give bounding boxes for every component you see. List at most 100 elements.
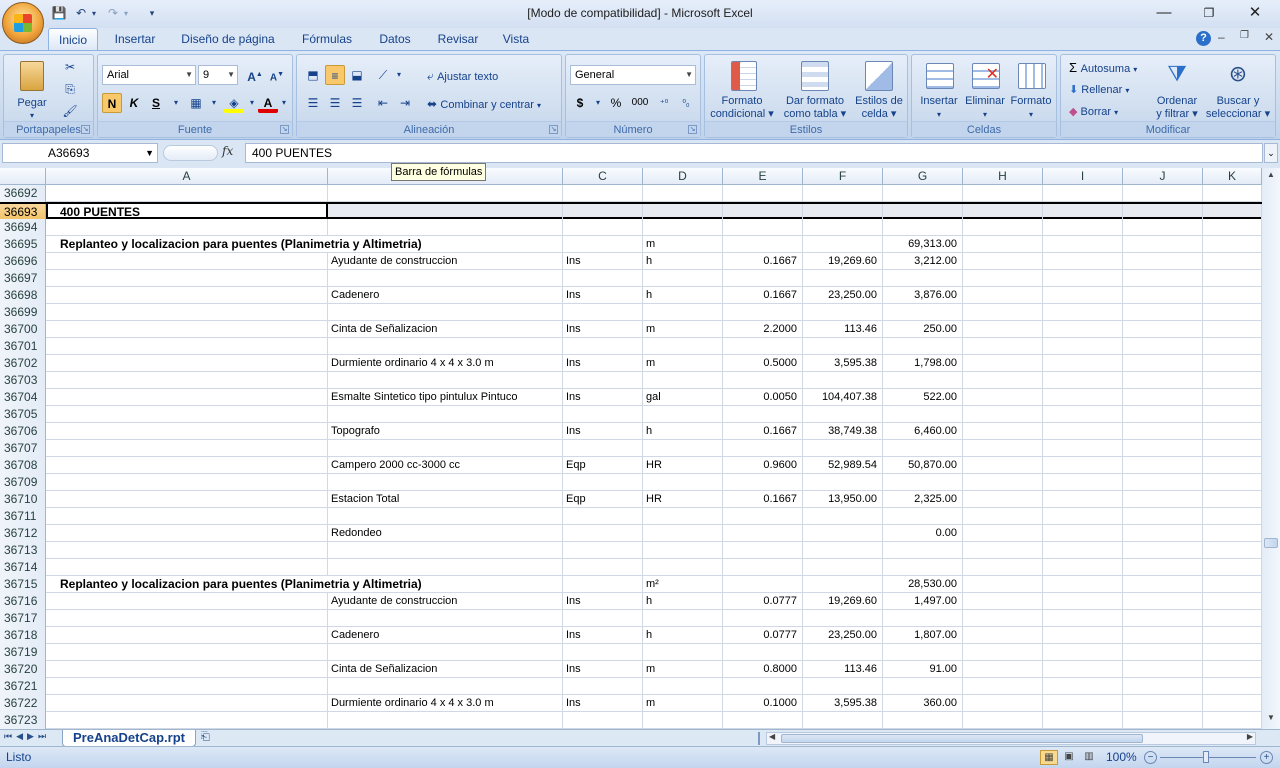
cell-j[interactable] xyxy=(1123,372,1203,389)
cell-j[interactable] xyxy=(1123,491,1203,508)
clipboard-launcher-icon[interactable]: ↘ xyxy=(81,125,90,134)
bold-button[interactable]: N xyxy=(102,93,122,113)
cell-c[interactable] xyxy=(563,304,643,321)
cell-g[interactable]: 50,870.00 xyxy=(883,457,963,474)
cell-e[interactable] xyxy=(723,559,803,576)
cell-h[interactable] xyxy=(963,712,1043,729)
cell-g[interactable]: 28,530.00 xyxy=(883,576,963,593)
cell-d[interactable] xyxy=(643,270,723,287)
cell-e[interactable]: 0.9600 xyxy=(723,457,803,474)
cell-d[interactable]: m xyxy=(643,321,723,338)
cell-k[interactable] xyxy=(1203,270,1262,287)
cell-b[interactable] xyxy=(328,219,563,236)
cell-i[interactable] xyxy=(1043,389,1123,406)
fill-button[interactable]: ⬇ Rellenar ▾ xyxy=(1069,82,1129,98)
cell-b[interactable]: Cadenero xyxy=(328,287,563,304)
cell-d[interactable]: m xyxy=(643,661,723,678)
cell-i[interactable] xyxy=(1043,321,1123,338)
cell-k[interactable] xyxy=(1203,253,1262,270)
format-cells-button[interactable]: Formato ▾ xyxy=(1008,57,1054,121)
cell-d[interactable]: HR xyxy=(643,491,723,508)
tab-formulas[interactable]: Fórmulas xyxy=(294,28,360,50)
cell-h[interactable] xyxy=(963,270,1043,287)
cell-j[interactable] xyxy=(1123,406,1203,423)
cell-h[interactable] xyxy=(963,593,1043,610)
cell-h[interactable] xyxy=(963,219,1043,236)
cell-h[interactable] xyxy=(963,508,1043,525)
cell-k[interactable] xyxy=(1203,338,1262,355)
minimize-window-button[interactable]: — xyxy=(1151,4,1177,22)
cell-i[interactable] xyxy=(1043,576,1123,593)
align-left-icon[interactable]: ☰ xyxy=(303,93,323,113)
cell-i[interactable] xyxy=(1043,712,1123,729)
zoom-in-icon[interactable]: + xyxy=(1260,751,1273,764)
cell-j[interactable] xyxy=(1123,423,1203,440)
tab-inicio[interactable]: Inicio xyxy=(48,28,98,50)
cell-f[interactable] xyxy=(803,474,883,491)
cell-a[interactable] xyxy=(46,474,328,491)
cell-h[interactable] xyxy=(963,236,1043,253)
cell-a[interactable] xyxy=(46,491,328,508)
formula-splitter[interactable] xyxy=(163,145,218,161)
cell-c[interactable]: Ins xyxy=(563,321,643,338)
cell-a[interactable] xyxy=(46,287,328,304)
cell-c[interactable] xyxy=(563,406,643,423)
cell-d[interactable] xyxy=(643,304,723,321)
cell-e[interactable]: 0.5000 xyxy=(723,355,803,372)
cell-a[interactable] xyxy=(46,372,328,389)
cell-c[interactable] xyxy=(563,525,643,542)
cell-h[interactable] xyxy=(963,542,1043,559)
cut-icon[interactable]: ✂ xyxy=(60,57,80,77)
cell-a[interactable] xyxy=(46,712,328,729)
cell-j[interactable] xyxy=(1123,304,1203,321)
grow-font-icon[interactable]: A▲ xyxy=(245,65,265,85)
cell-e[interactable]: 0.1667 xyxy=(723,253,803,270)
row-header[interactable]: 36719 xyxy=(0,644,46,661)
cell-e[interactable] xyxy=(723,474,803,491)
cell-a[interactable] xyxy=(46,644,328,661)
cell-a[interactable] xyxy=(46,508,328,525)
cell-d[interactable]: gal xyxy=(643,389,723,406)
cell-styles-button[interactable]: Estilos de celda ▾ xyxy=(851,57,907,121)
cell-g[interactable]: 3,212.00 xyxy=(883,253,963,270)
column-header-e[interactable]: E xyxy=(723,168,803,185)
cell-f[interactable]: 19,269.60 xyxy=(803,253,883,270)
cell-k[interactable] xyxy=(1203,389,1262,406)
row-header[interactable]: 36710 xyxy=(0,491,46,508)
cell-e[interactable]: 0.1000 xyxy=(723,695,803,712)
cell-h[interactable] xyxy=(963,678,1043,695)
cell-g[interactable] xyxy=(883,219,963,236)
cell-f[interactable] xyxy=(803,304,883,321)
cell-i[interactable] xyxy=(1043,542,1123,559)
cell-c[interactable] xyxy=(563,576,643,593)
column-header-c[interactable]: C xyxy=(563,168,643,185)
vertical-scroll-thumb[interactable] xyxy=(1264,538,1278,548)
cell-b[interactable] xyxy=(328,304,563,321)
cell-e[interactable]: 2.2000 xyxy=(723,321,803,338)
horizontal-scrollbar[interactable]: ◀ ▶ xyxy=(766,732,1256,745)
scroll-left-icon[interactable]: ◀ xyxy=(769,732,775,741)
cell-h[interactable] xyxy=(963,474,1043,491)
cell-a[interactable] xyxy=(46,542,328,559)
align-right-icon[interactable]: ☰ xyxy=(347,93,367,113)
cell-k[interactable] xyxy=(1203,695,1262,712)
chevron-down-icon[interactable]: ▾ xyxy=(166,93,186,113)
cell-g[interactable] xyxy=(883,559,963,576)
row-header[interactable]: 36709 xyxy=(0,474,46,491)
autosum-button[interactable]: Σ Autosuma ▾ xyxy=(1069,60,1137,76)
sort-filter-button[interactable]: ⧩ Ordenar y filtrar ▾ xyxy=(1151,57,1203,121)
cell-d[interactable]: h xyxy=(643,593,723,610)
copy-icon[interactable]: ⎘ xyxy=(60,79,80,99)
cell-h[interactable] xyxy=(963,355,1043,372)
cell-b[interactable] xyxy=(328,542,563,559)
cell-d[interactable] xyxy=(643,219,723,236)
cell-d[interactable] xyxy=(643,474,723,491)
cell-k[interactable] xyxy=(1203,508,1262,525)
wrap-text-button[interactable]: ⤶ Ajustar texto xyxy=(427,67,498,85)
column-header-d[interactable]: D xyxy=(643,168,723,185)
cell-f[interactable] xyxy=(803,270,883,287)
cell-e[interactable] xyxy=(723,712,803,729)
cell-a[interactable]: Replanteo y localizacion para puentes (P… xyxy=(46,236,566,253)
cell-a[interactable] xyxy=(46,423,328,440)
borders-icon[interactable]: ▦ xyxy=(186,93,206,113)
